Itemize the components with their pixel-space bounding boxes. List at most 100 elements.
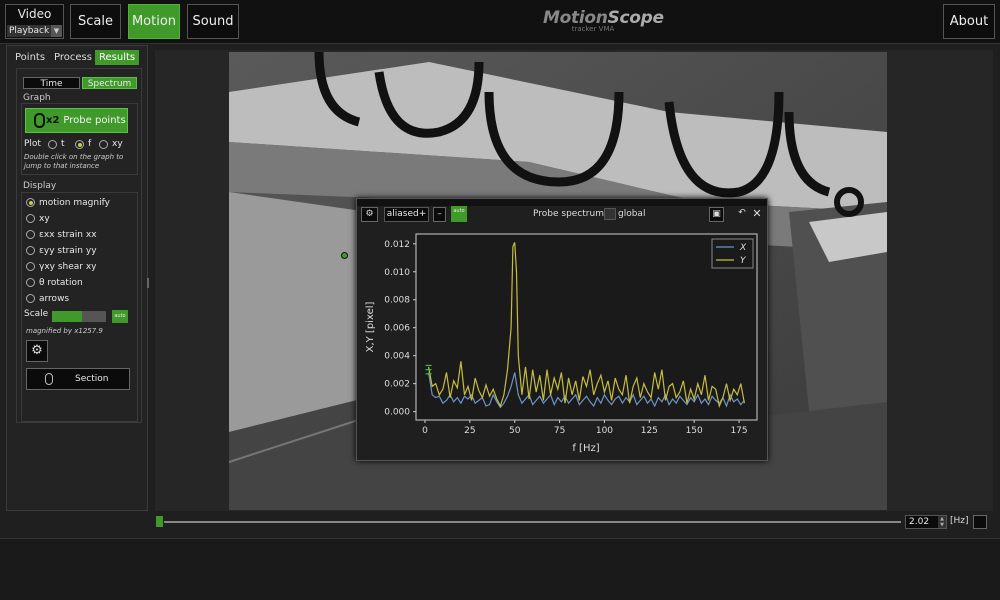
subtab-spectrum[interactable]: Spectrum bbox=[82, 77, 137, 89]
gear-icon: ⚙ bbox=[365, 209, 374, 219]
scale-row: Scale auto bbox=[24, 309, 136, 323]
subtab-time[interactable]: Time bbox=[23, 77, 80, 89]
tab-motion[interactable]: Motion bbox=[128, 4, 180, 39]
plot-option-xy: xy bbox=[112, 139, 123, 149]
legend-label-x: X bbox=[739, 243, 747, 253]
spectrum-settings-button[interactable]: ⚙ bbox=[361, 207, 378, 222]
video-mode-value: Playback bbox=[9, 26, 50, 36]
display-option-xy[interactable]: xy bbox=[26, 213, 50, 225]
display-section: motion magnify xy εxx strain xx εyy stra… bbox=[21, 192, 138, 422]
tab-sound[interactable]: Sound bbox=[187, 4, 239, 39]
panel-splitter[interactable] bbox=[147, 278, 149, 288]
display-section-title: Display bbox=[23, 181, 57, 191]
section-label: Section bbox=[75, 374, 109, 384]
scale-label: Scale bbox=[24, 309, 49, 319]
display-option-strain-yy[interactable]: εyy strain yy bbox=[26, 245, 97, 257]
legend-box bbox=[711, 238, 754, 269]
x-tick-label: 25 bbox=[464, 426, 475, 436]
save-icon[interactable]: ▣ bbox=[709, 207, 724, 222]
panel-tabs: Points Process Results bbox=[11, 50, 141, 66]
minus-button[interactable]: – bbox=[433, 207, 446, 222]
spinner-arrows-icon[interactable]: ▲ ▼ bbox=[938, 516, 946, 528]
frequency-input[interactable]: 2.02 ▲ ▼ bbox=[905, 515, 947, 529]
video-label: Video bbox=[17, 7, 52, 21]
undo-icon[interactable]: ↶ bbox=[735, 207, 749, 222]
display-option-shear-xy[interactable]: γxy shear xy bbox=[26, 261, 97, 273]
display-option-label: εxx strain xx bbox=[39, 230, 97, 240]
display-radio[interactable] bbox=[26, 262, 35, 271]
spectrum-title: Probe spectrum bbox=[533, 209, 604, 219]
display-radio[interactable] bbox=[26, 294, 35, 303]
plot-options: Plot t f xy bbox=[24, 139, 136, 151]
graph-hint: Double click on the graph to jump to tha… bbox=[24, 153, 124, 170]
plot-radio-t[interactable] bbox=[48, 140, 57, 149]
gear-icon: ⚙ bbox=[31, 343, 43, 358]
x-tick-label: 150 bbox=[686, 426, 703, 436]
chart-legend: X Y bbox=[711, 238, 754, 269]
y-tick-label: 0.006 bbox=[384, 324, 410, 334]
plot-label: Plot bbox=[24, 139, 41, 149]
display-radio[interactable] bbox=[26, 214, 35, 223]
tab-scale[interactable]: Scale bbox=[70, 4, 121, 39]
display-radio[interactable] bbox=[26, 246, 35, 255]
display-option-motion-magnify[interactable]: motion magnify bbox=[26, 197, 110, 209]
display-option-arrows[interactable]: arrows bbox=[26, 293, 69, 305]
spectrum-chart[interactable]: 0 25 50 75 100 125 150 175 0.000 0.002 0.004 0.006… bbox=[357, 227, 767, 459]
section-button[interactable]: Section bbox=[26, 368, 130, 390]
video-group: Video Playback ▼ bbox=[5, 4, 64, 39]
about-button[interactable]: About bbox=[943, 4, 995, 39]
graph-section-title: Graph bbox=[23, 93, 51, 103]
scale-auto-button[interactable]: auto bbox=[112, 310, 128, 323]
plot-radio-f[interactable] bbox=[75, 140, 84, 149]
window-titlebar[interactable] bbox=[357, 199, 767, 206]
probe-point-marker[interactable] bbox=[341, 252, 348, 259]
timeline-handle[interactable] bbox=[156, 516, 163, 527]
scale-slider-fill bbox=[52, 311, 82, 322]
display-option-label: arrows bbox=[39, 294, 70, 304]
global-label: global bbox=[618, 209, 646, 219]
display-option-label: γxy shear xy bbox=[39, 262, 97, 272]
probe-x2-label: x2 bbox=[46, 115, 60, 126]
global-checkbox[interactable] bbox=[604, 208, 616, 220]
video-mode-select[interactable]: Playback ▼ bbox=[7, 25, 62, 37]
probe-points-label: Probe points bbox=[63, 115, 126, 126]
scale-slider[interactable] bbox=[52, 311, 106, 322]
x-tick-label: 0 bbox=[422, 426, 428, 436]
graph-section: x2 Probe points Plot t f xy Double click… bbox=[21, 103, 138, 175]
display-option-rotation[interactable]: θ rotation bbox=[26, 277, 83, 289]
y-axis: 0.000 0.002 0.004 0.006 0.008 0.010 0.012 bbox=[384, 240, 416, 418]
display-radio[interactable] bbox=[26, 198, 35, 207]
save-icon[interactable] bbox=[973, 515, 987, 529]
display-settings-button[interactable]: ⚙ bbox=[26, 340, 48, 362]
display-option-label: xy bbox=[39, 214, 50, 224]
magnification-readout: magnified by x1257.9 bbox=[26, 327, 103, 335]
mouse-icon bbox=[45, 373, 53, 385]
display-option-label: motion magnify bbox=[39, 198, 110, 208]
tab-points[interactable]: Points bbox=[11, 50, 49, 65]
frequency-unit: [Hz] bbox=[950, 516, 969, 526]
frequency-value: 2.02 bbox=[909, 517, 930, 527]
auto-button[interactable]: auto bbox=[451, 206, 467, 222]
tab-process[interactable]: Process bbox=[50, 50, 96, 65]
y-tick-label: 0.004 bbox=[384, 352, 410, 362]
x-tick-label: 125 bbox=[641, 426, 658, 436]
plot-option-f: f bbox=[88, 139, 92, 149]
tab-results[interactable]: Results bbox=[95, 50, 140, 65]
x-axis: 0 25 50 75 100 125 150 175 bbox=[422, 420, 748, 436]
display-radio[interactable] bbox=[26, 278, 35, 287]
top-bar: Video Playback ▼ Scale Motion Sound Moti… bbox=[0, 0, 1000, 44]
mouse-icon bbox=[34, 113, 45, 128]
display-option-label: θ rotation bbox=[39, 278, 83, 288]
timeline-track[interactable] bbox=[164, 521, 901, 523]
probe-points-button[interactable]: x2 Probe points bbox=[25, 108, 128, 133]
plot-radio-xy[interactable] bbox=[99, 140, 108, 149]
y-tick-label: 0.008 bbox=[384, 296, 410, 306]
aliasing-field[interactable]: aliased+ bbox=[384, 207, 429, 222]
display-option-strain-xx[interactable]: εxx strain xx bbox=[26, 229, 97, 241]
y-tick-label: 0.012 bbox=[384, 240, 410, 250]
app-window: Video Playback ▼ Scale Motion Sound Moti… bbox=[0, 0, 1000, 600]
results-panel: Time Spectrum Graph x2 Probe points Plot… bbox=[16, 68, 142, 423]
x-tick-label: 50 bbox=[509, 426, 521, 436]
display-radio[interactable] bbox=[26, 230, 35, 239]
close-icon[interactable]: ✕ bbox=[750, 207, 764, 222]
